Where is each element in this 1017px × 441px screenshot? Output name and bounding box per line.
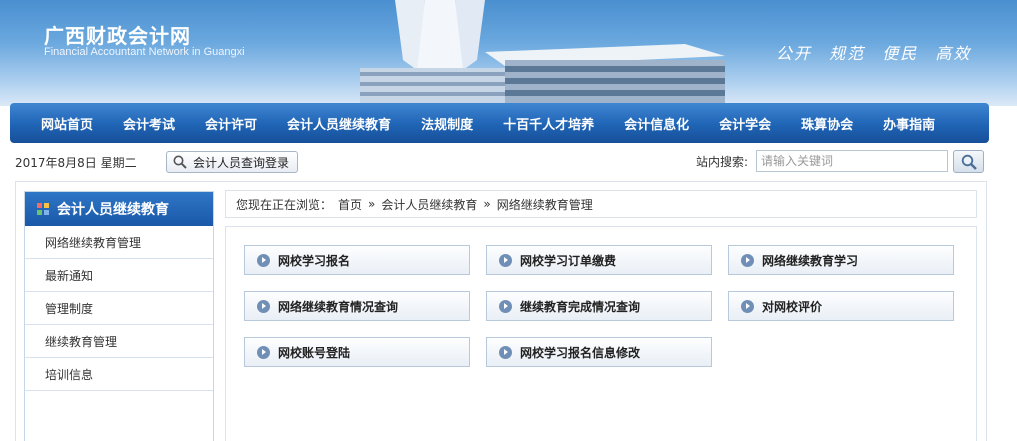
main-content: 网校学习报名 网校学习订单缴费 网络继续教育学习 网络继续教育情况查询 继续教育… [225,226,977,441]
slogan: 公开 规范 便民 高效 [776,40,981,64]
breadcrumb: 您现在正在浏览： 首页 » 会计人员继续教育 » 网络继续教育管理 [225,190,977,218]
breadcrumb-separator: » [483,197,491,211]
nav-talent-training[interactable]: 十百千人才培养 [488,114,609,133]
link-label: 网络继续教育学习 [762,253,859,268]
link-registration-edit[interactable]: 网校学习报名信息修改 [486,337,712,367]
link-school-registration[interactable]: 网校学习报名 [244,245,470,275]
bullet-icon [499,345,512,359]
sidebar-item-training-info[interactable]: 培训信息 [25,358,213,391]
sidebar-item-management-system[interactable]: 管理制度 [25,292,213,325]
sidebar-item-network-education[interactable]: 网络继续教育管理 [25,226,213,259]
nav-informatization[interactable]: 会计信息化 [609,114,704,133]
nav-accounting-license[interactable]: 会计许可 [190,114,272,133]
link-network-learning[interactable]: 网络继续教育学习 [728,245,954,275]
breadcrumb-level1[interactable]: 会计人员继续教育 [381,196,477,213]
site-search-button[interactable] [953,150,984,173]
slogan-3: 便民 [882,44,919,63]
personnel-query-login-button[interactable]: 会计人员查询登录 [166,151,298,173]
bullet-icon [257,253,270,267]
site-header: 广西财政会计网 Financial Accountant Network in … [0,0,1017,106]
sidebar-item-education-management[interactable]: 继续教育管理 [25,325,213,358]
link-account-login[interactable]: 网校账号登陆 [244,337,470,367]
nav-abacus-association[interactable]: 珠算协会 [786,114,868,133]
link-label: 网校账号登陆 [278,345,351,360]
sidebar: 会计人员继续教育 网络继续教育管理 最新通知 管理制度 继续教育管理 培训信息 [24,191,214,441]
grid-icon [37,203,49,215]
magnifier-icon [961,154,977,170]
link-completion-query[interactable]: 继续教育完成情况查询 [486,291,712,321]
breadcrumb-home[interactable]: 首页 [338,196,362,213]
query-button-label: 会计人员查询登录 [193,155,290,170]
link-order-payment[interactable]: 网校学习订单缴费 [486,245,712,275]
link-label: 网络继续教育情况查询 [278,299,399,314]
breadcrumb-current: 网络继续教育管理 [496,197,593,212]
link-school-evaluation[interactable]: 对网校评价 [728,291,954,321]
site-subtitle: Financial Accountant Network in Guangxi [44,46,245,58]
site-search-label: 站内搜索: [696,155,749,169]
search-icon [173,155,187,169]
current-date: 2017年8月8日 星期二 [15,156,137,170]
bullet-icon [257,299,270,313]
site-search-input[interactable] [756,150,948,172]
link-label: 对网校评价 [762,299,823,314]
slogan-2: 规范 [829,44,866,63]
bullet-icon [741,299,754,313]
bullet-icon [499,299,512,313]
bullet-icon [499,253,512,267]
bullet-icon [741,253,754,267]
slogan-1: 公开 [776,44,813,63]
main-nav: 网站首页 会计考试 会计许可 会计人员继续教育 法规制度 十百千人才培养 会计信… [10,103,989,143]
link-label: 网校学习报名 [278,253,351,268]
sidebar-header: 会计人员继续教育 [25,192,213,226]
nav-accounting-society[interactable]: 会计学会 [704,114,786,133]
link-education-status-query[interactable]: 网络继续教育情况查询 [244,291,470,321]
link-label: 网校学习订单缴费 [520,253,617,268]
nav-guide[interactable]: 办事指南 [868,114,950,133]
sidebar-title: 会计人员继续教育 [57,202,169,218]
link-label: 继续教育完成情况查询 [520,299,641,314]
breadcrumb-prefix: 您现在正在浏览： [236,197,333,212]
nav-accounting-exam[interactable]: 会计考试 [108,114,190,133]
site-title[interactable]: 广西财政会计网 [44,20,191,49]
header-building-banner [360,0,725,106]
nav-home[interactable]: 网站首页 [26,114,108,133]
nav-continuing-education[interactable]: 会计人员继续教育 [272,114,406,133]
bullet-icon [257,345,270,359]
breadcrumb-separator: » [368,197,376,211]
slogan-4: 高效 [935,44,972,63]
nav-regulations[interactable]: 法规制度 [406,114,488,133]
link-label: 网校学习报名信息修改 [520,345,641,360]
sidebar-item-latest-notice[interactable]: 最新通知 [25,259,213,292]
